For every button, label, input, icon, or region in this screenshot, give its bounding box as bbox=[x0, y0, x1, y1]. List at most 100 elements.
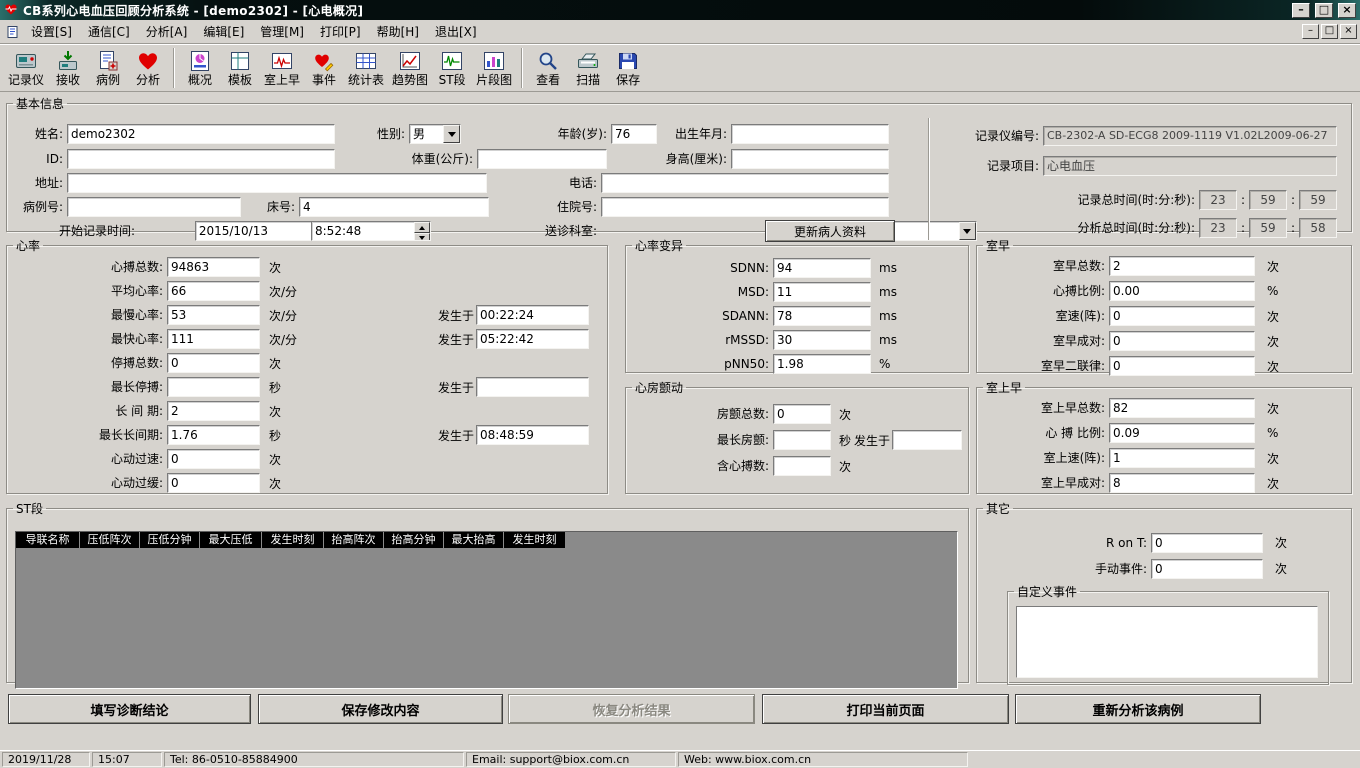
toolbar-cases-label: 病例 bbox=[96, 74, 120, 87]
longest-afib-time-input[interactable] bbox=[892, 430, 962, 450]
st-col-depress-time[interactable]: 发生时刻 bbox=[262, 532, 324, 548]
st-table[interactable]: 导联名称 压低阵次 压低分钟 最大压低 发生时刻 抬高阵次 抬高分钟 最大抬高 … bbox=[15, 531, 958, 689]
toolbar-recorder-button[interactable]: 记录仪 bbox=[4, 47, 48, 91]
r-on-t-input[interactable]: 0 bbox=[1151, 533, 1263, 553]
toolbar-separator bbox=[521, 48, 523, 88]
mdi-close-button[interactable]: × bbox=[1340, 24, 1357, 39]
pvc-beat-ratio-input[interactable]: 0.00 bbox=[1109, 281, 1255, 301]
min-hr-time-input[interactable]: 00:22:24 bbox=[476, 305, 589, 325]
rmssd-input[interactable]: 30 bbox=[773, 330, 871, 350]
toolbar-events-button[interactable]: 事件 bbox=[304, 47, 344, 91]
max-hr-time-input[interactable]: 05:22:42 bbox=[476, 329, 589, 349]
svpb-pairs-input[interactable]: 8 bbox=[1109, 473, 1255, 493]
reanalyze-case-button[interactable]: 重新分析该病例 bbox=[1015, 694, 1261, 724]
toolbar-view-button[interactable]: 查看 bbox=[528, 47, 568, 91]
bradycardia-input[interactable]: 0 bbox=[167, 473, 260, 493]
menu-item-help[interactable]: 帮助[H] bbox=[369, 19, 427, 44]
spin-up-icon[interactable] bbox=[414, 222, 430, 233]
pvc-bigeminy-input[interactable]: 0 bbox=[1109, 356, 1255, 376]
toolbar-save-button[interactable]: 保存 bbox=[608, 47, 648, 91]
long-interval-input[interactable]: 2 bbox=[167, 401, 260, 421]
close-button[interactable]: × bbox=[1338, 3, 1356, 18]
beats-included-input[interactable] bbox=[773, 456, 831, 476]
id-input[interactable] bbox=[67, 149, 335, 169]
toolbar-svpb-button[interactable]: 室上早 bbox=[260, 47, 304, 91]
toolbar-analysis-button[interactable]: 分析 bbox=[128, 47, 168, 91]
max-heart-rate-input[interactable]: 111 bbox=[167, 329, 260, 349]
svpb-beat-ratio-input[interactable]: 0.09 bbox=[1109, 423, 1255, 443]
longest-pause-input[interactable] bbox=[167, 377, 260, 397]
save-changes-button[interactable]: 保存修改内容 bbox=[258, 694, 503, 724]
menu-item-analysis[interactable]: 分析[A] bbox=[138, 19, 196, 44]
toolbar-st-segment-button[interactable]: ST段 bbox=[432, 47, 472, 91]
minimize-button[interactable]: – bbox=[1292, 3, 1310, 18]
st-table-header: 导联名称 压低阵次 压低分钟 最大压低 发生时刻 抬高阵次 抬高分钟 最大抬高 … bbox=[16, 532, 957, 548]
longest-pause-time-input[interactable] bbox=[476, 377, 589, 397]
st-col-max-elevation[interactable]: 最大抬高 bbox=[444, 532, 504, 548]
st-col-elevate-time[interactable]: 发生时刻 bbox=[504, 532, 566, 548]
svpb-total-input[interactable]: 82 bbox=[1109, 398, 1255, 418]
vtach-input[interactable]: 0 bbox=[1109, 306, 1255, 326]
mdi-restore-button[interactable]: □ bbox=[1321, 24, 1338, 39]
maximize-button[interactable]: □ bbox=[1315, 3, 1333, 18]
dropdown-arrow-icon[interactable] bbox=[443, 125, 460, 143]
menu-item-print[interactable]: 打印[P] bbox=[312, 19, 369, 44]
toolbar-scan-label: 扫描 bbox=[576, 74, 600, 87]
colon-separator: : bbox=[1239, 218, 1247, 238]
phone-input[interactable] bbox=[601, 173, 889, 193]
height-input[interactable] bbox=[731, 149, 889, 169]
st-col-depress-minutes[interactable]: 压低分钟 bbox=[140, 532, 200, 548]
sdnn-input[interactable]: 94 bbox=[773, 258, 871, 278]
longest-interval-time-input[interactable]: 08:48:59 bbox=[476, 425, 589, 445]
print-current-page-button[interactable]: 打印当前页面 bbox=[762, 694, 1009, 724]
st-col-elevate-minutes[interactable]: 抬高分钟 bbox=[384, 532, 444, 548]
svtach-input[interactable]: 1 bbox=[1109, 448, 1255, 468]
st-col-depress-episodes[interactable]: 压低阵次 bbox=[80, 532, 140, 548]
msd-input[interactable]: 11 bbox=[773, 282, 871, 302]
inpatient-no-input[interactable] bbox=[601, 197, 889, 217]
menu-item-exit[interactable]: 退出[X] bbox=[427, 19, 485, 44]
menu-item-settings[interactable]: 设置[S] bbox=[23, 19, 80, 44]
st-col-lead[interactable]: 导联名称 bbox=[16, 532, 80, 548]
case-no-input[interactable] bbox=[67, 197, 241, 217]
pvc-total-input[interactable]: 2 bbox=[1109, 256, 1255, 276]
menu-item-communication[interactable]: 通信[C] bbox=[80, 19, 138, 44]
afib-total-input[interactable]: 0 bbox=[773, 404, 831, 424]
total-beats-input[interactable]: 94863 bbox=[167, 257, 260, 277]
occurred-at-label: 发生于 bbox=[438, 427, 474, 444]
pvc-pairs-input[interactable]: 0 bbox=[1109, 331, 1255, 351]
menu-item-edit[interactable]: 编辑[E] bbox=[195, 19, 252, 44]
weight-input[interactable] bbox=[477, 149, 607, 169]
longest-long-interval-input[interactable]: 1.76 bbox=[167, 425, 260, 445]
toolbar-scan-button[interactable]: 扫描 bbox=[568, 47, 608, 91]
menu-item-management[interactable]: 管理[M] bbox=[252, 19, 312, 44]
toolbar-receive-button[interactable]: 接收 bbox=[48, 47, 88, 91]
address-input[interactable] bbox=[67, 173, 487, 193]
avg-heart-rate-input[interactable]: 66 bbox=[167, 281, 260, 301]
toolbar-fragment-chart-button[interactable]: 片段图 bbox=[472, 47, 516, 91]
toolbar-template-button[interactable]: 模板 bbox=[220, 47, 260, 91]
birth-input[interactable] bbox=[731, 124, 889, 144]
gender-select[interactable]: 男 bbox=[409, 124, 461, 144]
st-col-max-depression[interactable]: 最大压低 bbox=[200, 532, 262, 548]
toolbar-overview-button[interactable]: 概况 bbox=[180, 47, 220, 91]
manual-events-input[interactable]: 0 bbox=[1151, 559, 1263, 579]
custom-events-list[interactable] bbox=[1016, 606, 1318, 678]
bed-no-input[interactable]: 4 bbox=[299, 197, 489, 217]
pause-total-input[interactable]: 0 bbox=[167, 353, 260, 373]
sdann-input[interactable]: 78 bbox=[773, 306, 871, 326]
min-heart-rate-input[interactable]: 53 bbox=[167, 305, 260, 325]
toolbar-trend-chart-button[interactable]: 趋势图 bbox=[388, 47, 432, 91]
status-telephone: Tel: 86-0510-85884900 bbox=[164, 752, 464, 767]
weight-label: 体重(公斤): bbox=[347, 149, 473, 169]
name-input[interactable]: demo2302 bbox=[67, 124, 335, 144]
pnn50-input[interactable]: 1.98 bbox=[773, 354, 871, 374]
st-col-elevate-episodes[interactable]: 抬高阵次 bbox=[324, 532, 384, 548]
toolbar-stats-table-button[interactable]: 统计表 bbox=[344, 47, 388, 91]
write-diagnosis-button[interactable]: 填写诊断结论 bbox=[8, 694, 251, 724]
toolbar-cases-button[interactable]: 病例 bbox=[88, 47, 128, 91]
mdi-minimize-button[interactable]: – bbox=[1302, 24, 1319, 39]
occurred-at-label: 发生于 bbox=[438, 331, 474, 348]
tachycardia-input[interactable]: 0 bbox=[167, 449, 260, 469]
longest-afib-input[interactable] bbox=[773, 430, 831, 450]
